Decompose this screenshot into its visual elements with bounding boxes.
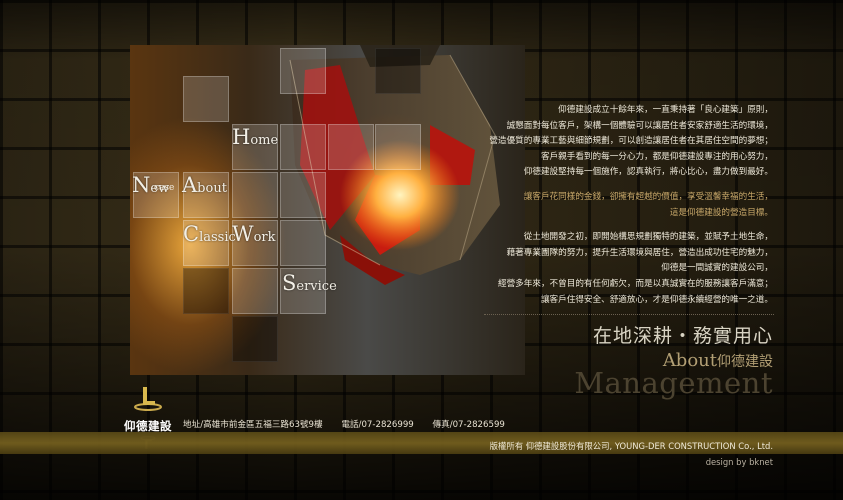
phone: 電話/07-2826999 (341, 420, 414, 430)
intro-line: 藉著專業團隊的努力，提升生活環境與居住，營造出成功住宅的魅力， (506, 247, 773, 258)
nav-home[interactable]: Home (232, 127, 278, 148)
company-intro: 仰德建設成立十餘年來，一直秉持著「良心建築」原則， 誠懇面對每位客戶，架構一個體… (443, 103, 773, 308)
nav-service-initial: S (282, 271, 297, 295)
nav-about-initial: A (182, 173, 198, 197)
grid-tile (280, 220, 326, 266)
copyright: 版權所有 仰德建設股份有限公司, YOUNG-DER CONSTRUCTION … (489, 441, 773, 451)
intro-line: 客戶親手看到的每一分心力，都是仰德建設專注的用心努力， (540, 151, 773, 162)
grid-tile (280, 172, 326, 218)
grid-tile (232, 316, 278, 362)
grid-tile (183, 268, 229, 314)
page-background: Home New case About Classic Work Service… (0, 0, 843, 500)
nav-classic-initial: C (183, 222, 200, 246)
grid-tile (328, 124, 374, 170)
intro-line: 從土地開發之初，即開始構思規劃獨特的建築，並賦予土地生命， (523, 232, 773, 243)
nav-classic-label: lassic (199, 230, 236, 245)
intro-line: 經營多年來，不曾目的有任何虧欠，而是以真誠實在的服務讓客戶滿意； (497, 278, 773, 289)
intro-line: 營造優質的專業工藝與細節規劃，可以創造讓居住者在其居住空間的夢想； (489, 136, 773, 147)
intro-highlight-line: 這是仰德建設的營造目標。 (669, 207, 773, 218)
nav-work[interactable]: Work (232, 224, 276, 245)
grid-tile (232, 268, 278, 314)
nav-service[interactable]: Service (282, 273, 337, 294)
nav-news-initial: N (132, 173, 151, 197)
nav-classic[interactable]: Classic (183, 224, 236, 245)
nav-about-label: bout (197, 181, 227, 196)
nav-home-label: ome (250, 133, 279, 148)
nav-home-initial: H (232, 125, 251, 149)
intro-line: 仰德是一間誠實的建設公司， (661, 263, 773, 274)
grid-tile (375, 124, 421, 170)
nav-news-sub-label[interactable]: case (154, 183, 174, 193)
management-heading: Management (574, 366, 773, 400)
nav-work-label: ork (253, 230, 276, 245)
fax: 傳真/07-2826599 (432, 420, 505, 430)
nav-service-label: ervice (296, 279, 337, 294)
nav-work-initial: W (232, 222, 254, 246)
intro-line: 誠懇面對每位客戶，架構一個體驗可以讓居住者安家舒適生活的環境， (506, 120, 773, 131)
intro-line: 仰德建設成立十餘年來，一直秉持著「良心建築」原則， (558, 105, 773, 115)
dotted-divider (484, 314, 774, 315)
grid-tile (183, 76, 229, 122)
grid-tile (375, 48, 421, 94)
contact-info: 地址/高雄市前金區五福三路63號9樓 電話/07-2826999 傳真/07-2… (183, 418, 519, 430)
intro-highlight-line: 讓客戶花同樣的金錢，卻擁有超越的價值，享受溫馨幸福的生活， (523, 191, 773, 202)
grid-tile (280, 124, 326, 170)
nav-about[interactable]: About (182, 175, 227, 196)
slogan: 在地深耕・務實用心 (592, 325, 773, 347)
design-credit[interactable]: design by bknet (706, 457, 773, 467)
grid-tile (232, 172, 278, 218)
grid-tile (280, 48, 326, 94)
brand-logo-icon (134, 387, 162, 411)
intro-line: 仰德建設堅持每一個施作，認真執行，將心比心，盡力做到最好。 (523, 167, 773, 178)
address: 地址/高雄市前金區五福三路63號9樓 (183, 420, 323, 430)
intro-line: 讓客戶住得安全、舒適放心，才是仰德永續經營的唯一之道。 (540, 294, 773, 305)
